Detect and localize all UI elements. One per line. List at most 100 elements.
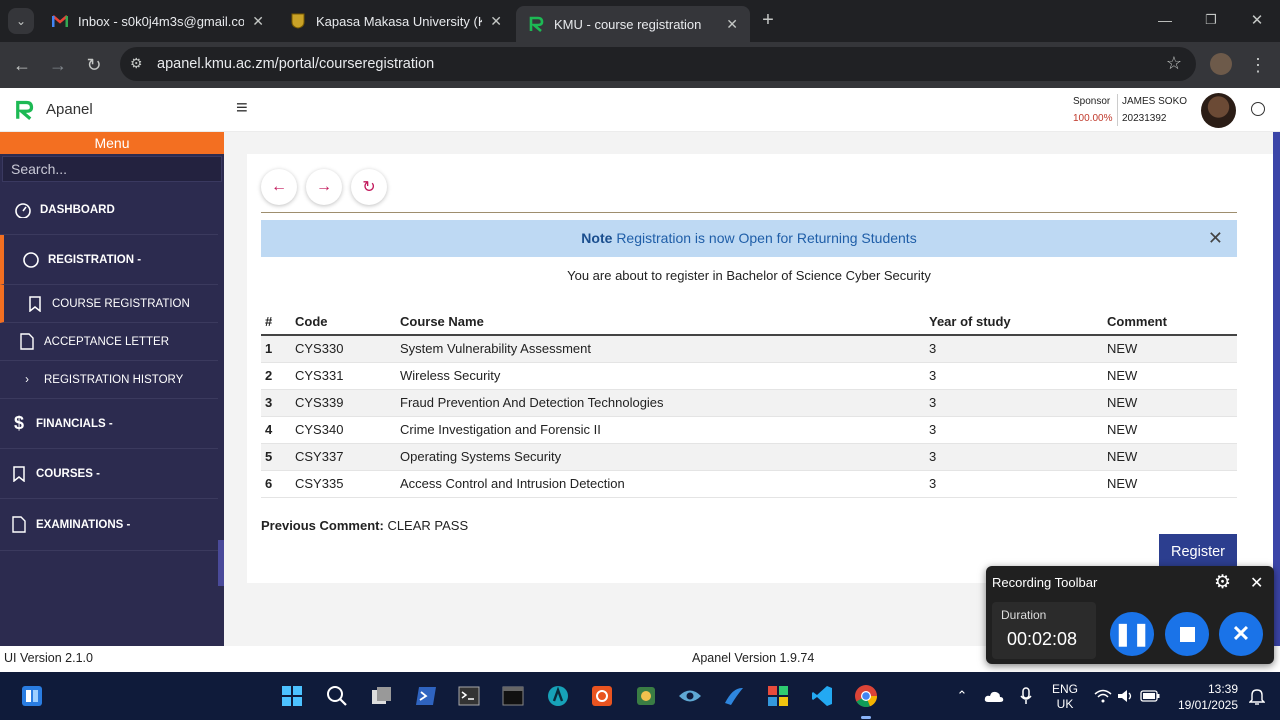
duration-panel: Duration 00:02:08 <box>992 602 1096 659</box>
sidebar-item-courses[interactable]: COURSES - <box>0 449 218 499</box>
chevron-up-icon[interactable]: ⌃ <box>950 684 974 708</box>
address-bar[interactable]: ⚙ apanel.kmu.ac.zm/portal/courseregistra… <box>120 47 1196 81</box>
refresh-icon[interactable]: ↻ <box>351 169 387 205</box>
more-menu-icon[interactable]: ⋮ <box>1245 52 1271 78</box>
reload-icon[interactable]: ↻ <box>81 52 107 78</box>
course-comment: NEW <box>1107 416 1237 444</box>
tab-course-registration[interactable]: KMU - course registration ✕ <box>516 6 750 42</box>
main-scrollbar[interactable] <box>1273 132 1280 646</box>
powershell-icon[interactable] <box>414 684 438 708</box>
close-tab-icon[interactable]: ✕ <box>726 16 738 33</box>
pause-button[interactable]: ❚❚ <box>1110 612 1154 656</box>
year-of-study: 3 <box>929 443 1107 471</box>
chrome-icon[interactable] <box>854 684 878 708</box>
course-comment: NEW <box>1107 389 1237 417</box>
chevron-down-icon: ⌄ <box>15 14 27 28</box>
new-tab-icon[interactable]: + <box>755 7 781 33</box>
sidebar-search-input[interactable]: Search... <box>2 156 222 182</box>
site-info-icon[interactable]: ⚙ <box>130 55 143 72</box>
tab-gmail[interactable]: Inbox - s0k0j4m3s@gmail.com ✕ <box>44 6 272 36</box>
ubuntu-icon[interactable] <box>590 684 614 708</box>
tab-search-button[interactable]: ⌄ <box>8 8 34 34</box>
register-button[interactable]: Register <box>1159 534 1237 570</box>
sidebar-item-course-registration[interactable]: COURSE REGISTRATION <box>0 285 218 323</box>
language-indicator[interactable]: ENG UK <box>1052 682 1078 712</box>
onedrive-icon[interactable] <box>982 684 1006 708</box>
app-icon[interactable] <box>546 684 570 708</box>
table-row: 6 CSY335 Access Control and Intrusion Dete… <box>261 470 1237 498</box>
profile-avatar-icon[interactable] <box>1210 53 1232 75</box>
command-prompt-icon[interactable] <box>501 684 525 708</box>
sidebar-item-dashboard[interactable]: DASHBOARD <box>0 185 218 235</box>
table-row: 5 CSY337 Operating Systems Security 3 NEW <box>261 443 1237 471</box>
year-of-study: 3 <box>929 416 1107 444</box>
minimize-icon[interactable]: — <box>1152 7 1178 33</box>
sidebar-item-financials[interactable]: $ FINANCIALS - <box>0 399 218 449</box>
sidebar-item-examinations[interactable]: EXAMINATIONS - <box>0 499 218 551</box>
column-header: Course Name <box>400 309 929 336</box>
forward-arrow-icon[interactable]: → <box>306 169 342 205</box>
sidebar-item-registration[interactable]: REGISTRATION - <box>0 235 218 285</box>
stop-button[interactable] <box>1165 612 1209 656</box>
recording-toolbar: Recording Toolbar ⚙ ✕ Duration 00:02:08 … <box>986 566 1274 664</box>
hamburger-menu-icon[interactable]: ≡ <box>236 97 248 120</box>
close-tab-icon[interactable]: ✕ <box>490 13 502 30</box>
back-arrow-icon[interactable]: ← <box>9 52 35 78</box>
course-comment: NEW <box>1107 470 1237 498</box>
app-icon[interactable] <box>766 684 790 708</box>
ui-version: UI Version 2.1.0 <box>4 651 93 665</box>
close-icon[interactable]: ✕ <box>1250 573 1263 593</box>
task-view-icon[interactable] <box>370 684 394 708</box>
forward-arrow-icon[interactable]: → <box>45 52 71 78</box>
year-of-study: 3 <box>929 362 1107 390</box>
windows-taskbar: ⌃ ENG UK 13:39 19/01/2025 <box>0 672 1280 720</box>
gear-icon[interactable]: ⚙ <box>1214 571 1231 594</box>
bookmark-star-icon[interactable]: ☆ <box>1166 53 1182 74</box>
cancel-recording-button[interactable]: ✕ <box>1219 612 1263 656</box>
table-row: 2 CYS331 Wireless Security 3 NEW <box>261 362 1237 390</box>
microphone-icon[interactable] <box>1014 684 1038 708</box>
course-comment: NEW <box>1107 443 1237 471</box>
courses-table: # Code Course Name Year of study Comment… <box>261 309 1237 498</box>
bookmark-icon <box>8 465 30 482</box>
recording-title: Recording Toolbar <box>992 575 1098 590</box>
app-name: Apanel <box>46 101 93 118</box>
sidebar-item-acceptance-letter[interactable]: ACCEPTANCE LETTER <box>0 323 218 361</box>
restore-icon[interactable]: ❐ <box>1198 7 1224 33</box>
close-tab-icon[interactable]: ✕ <box>252 13 264 30</box>
sidebar-item-label: COURSE REGISTRATION <box>52 297 190 310</box>
vscode-icon[interactable] <box>810 684 834 708</box>
sidebar-item-label: FINANCIALS - <box>36 417 113 430</box>
close-window-icon[interactable]: ✕ <box>1244 7 1270 33</box>
status-circle-icon[interactable] <box>1251 102 1265 116</box>
volume-icon[interactable] <box>1114 684 1138 708</box>
search-icon[interactable] <box>325 684 349 708</box>
tab-university[interactable]: Kapasa Makasa University (KMU ✕ <box>282 6 510 36</box>
app-icon[interactable] <box>634 684 658 708</box>
clock-time: 13:39 <box>1207 682 1238 696</box>
table-row: 1 CYS330 System Vulnerability Assessment 3 N… <box>261 335 1237 363</box>
course-name: Operating Systems Security <box>400 443 929 471</box>
gmail-icon <box>52 13 68 29</box>
windows-start-icon[interactable] <box>280 684 304 708</box>
sidebar-item-registration-history[interactable]: › REGISTRATION HISTORY <box>0 361 218 399</box>
tab-title: Inbox - s0k0j4m3s@gmail.com <box>78 13 245 29</box>
close-icon[interactable]: ✕ <box>1208 220 1223 257</box>
table-row: 4 CYS340 Crime Investigation and Forensic … <box>261 416 1237 444</box>
course-code: CYS330 <box>295 335 400 363</box>
terminal-icon[interactable] <box>457 684 481 708</box>
program-info: You are about to register in Bachelor of… <box>567 268 931 283</box>
app-header: Apanel ≡ Sponsor 100.00% JAMES SOKO 2023… <box>0 88 1280 132</box>
avatar[interactable] <box>1201 93 1236 128</box>
battery-icon[interactable] <box>1138 684 1162 708</box>
widgets-icon[interactable] <box>20 684 44 708</box>
student-name: JAMES SOKO <box>1122 96 1188 107</box>
wifi-icon[interactable] <box>1091 684 1115 708</box>
app-icon[interactable] <box>722 684 746 708</box>
active-app-indicator <box>861 716 871 719</box>
clock[interactable]: 13:39 19/01/2025 <box>1170 681 1238 713</box>
eye-app-icon[interactable] <box>678 684 702 708</box>
browser-toolbar: ← → ↻ ⚙ apanel.kmu.ac.zm/portal/coursere… <box>0 42 1280 88</box>
notification-bell-icon[interactable] <box>1245 684 1269 708</box>
back-arrow-icon[interactable]: ← <box>261 169 297 205</box>
